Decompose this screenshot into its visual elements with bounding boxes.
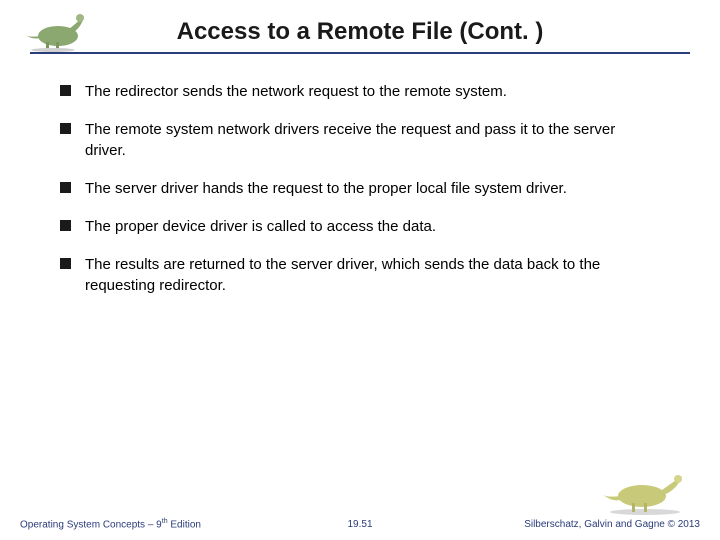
dinosaur-bottom-icon: [600, 470, 690, 516]
square-bullet-icon: [60, 220, 71, 231]
list-item: The redirector sends the network request…: [60, 82, 660, 102]
list-item: The proper device driver is called to ac…: [60, 217, 660, 237]
list-item: The results are returned to the server d…: [60, 255, 660, 296]
bullet-text: The results are returned to the server d…: [85, 255, 660, 296]
slide-footer: Operating System Concepts – 9th Edition …: [0, 518, 720, 530]
bullet-text: The redirector sends the network request…: [85, 82, 507, 102]
slide-content: The redirector sends the network request…: [0, 54, 720, 296]
bullet-text: The server driver hands the request to t…: [85, 179, 567, 199]
square-bullet-icon: [60, 182, 71, 193]
list-item: The server driver hands the request to t…: [60, 179, 660, 199]
footer-edition-suffix: Edition: [168, 519, 201, 530]
slide-title: Access to a Remote File (Cont. ): [30, 18, 690, 52]
list-item: The remote system network drivers receiv…: [60, 120, 660, 161]
square-bullet-icon: [60, 85, 71, 96]
square-bullet-icon: [60, 258, 71, 269]
footer-page-number: 19.51: [347, 519, 372, 530]
bullet-text: The proper device driver is called to ac…: [85, 217, 436, 237]
footer-book-title: Operating System Concepts – 9: [20, 519, 162, 530]
square-bullet-icon: [60, 123, 71, 134]
footer-left-text: Operating System Concepts – 9th Edition: [20, 518, 201, 530]
slide-header: Access to a Remote File (Cont. ): [0, 0, 720, 52]
bullet-text: The remote system network drivers receiv…: [85, 120, 660, 161]
dinosaur-top-icon: [18, 8, 88, 52]
footer-copyright: Silberschatz, Galvin and Gagne © 2013: [524, 519, 700, 530]
